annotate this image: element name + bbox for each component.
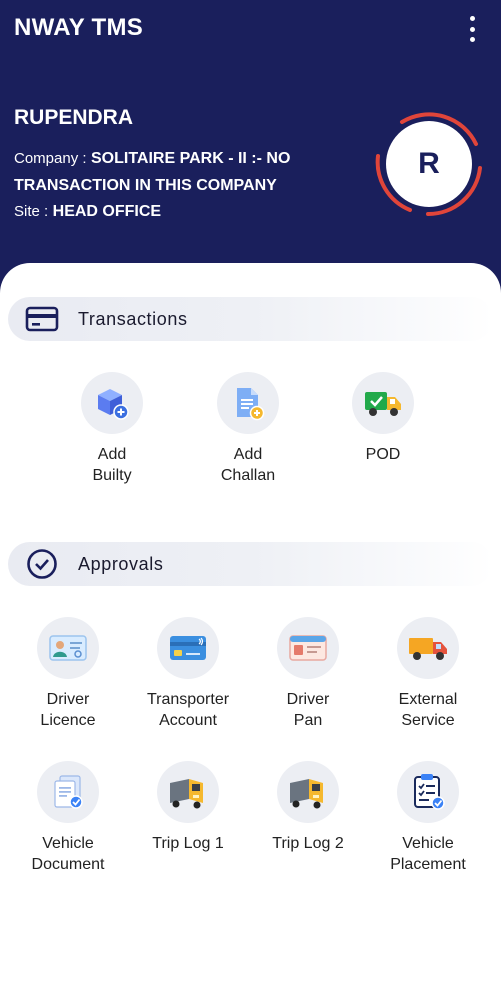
- app-header: NWAY TMS RUPENDRA Company : SOLITAIRE PA…: [0, 0, 501, 300]
- transporter-account-button[interactable]: Transporter Account: [128, 617, 248, 731]
- company-label: Company :: [14, 150, 87, 167]
- truck-icon: [397, 617, 459, 679]
- trip-log-1-label: Trip Log 1: [152, 835, 224, 852]
- site-label: Site :: [14, 203, 49, 220]
- add-challan-label: Add Challan: [220, 446, 276, 484]
- external-service-label: External Service: [398, 691, 458, 729]
- document-plus-icon: [217, 372, 279, 434]
- vehicle-document-label: Vehicle Document: [31, 835, 105, 873]
- approvals-header: Approvals: [8, 542, 493, 586]
- add-builty-label: Add Builty: [92, 446, 132, 484]
- company-info: Company : SOLITAIRE PARK - II :- NO TRAN…: [14, 145, 334, 199]
- transactions-header: Transactions: [8, 297, 493, 341]
- trip-log-1-button[interactable]: Trip Log 1: [128, 761, 248, 854]
- pan-card-icon: [277, 617, 339, 679]
- cube-plus-icon: [81, 372, 143, 434]
- trip-log-2-button[interactable]: Trip Log 2: [248, 761, 368, 854]
- site-value: HEAD OFFICE: [52, 203, 162, 220]
- credit-card-icon: [157, 617, 219, 679]
- clipboard-check-icon: [397, 761, 459, 823]
- user-name: RUPENDRA: [14, 106, 134, 129]
- approvals-title: Approvals: [78, 553, 164, 574]
- driver-pan-button[interactable]: Driver Pan: [248, 617, 368, 731]
- app-title: NWAY TMS: [14, 14, 144, 41]
- transporter-account-label: Transporter Account: [146, 691, 230, 729]
- delivery-truck-icon: [352, 372, 414, 434]
- documents-check-icon: [37, 761, 99, 823]
- trip-log-2-label: Trip Log 2: [272, 835, 344, 852]
- site-info: Site : HEAD OFFICE: [14, 203, 161, 221]
- driver-pan-label: Driver Pan: [286, 691, 330, 729]
- pod-button[interactable]: POD: [323, 372, 443, 465]
- external-service-button[interactable]: External Service: [368, 617, 488, 731]
- pod-label: POD: [365, 446, 401, 463]
- vehicle-document-button[interactable]: Vehicle Document: [8, 761, 128, 875]
- avatar[interactable]: R: [386, 121, 472, 207]
- add-challan-button[interactable]: Add Challan: [188, 372, 308, 486]
- vehicle-placement-label: Vehicle Placement: [390, 835, 466, 873]
- truck-front-icon: [277, 761, 339, 823]
- truck-front-icon: [157, 761, 219, 823]
- driver-licence-button[interactable]: Driver Licence: [8, 617, 128, 731]
- id-card-icon: [37, 617, 99, 679]
- driver-licence-label: Driver Licence: [40, 691, 96, 729]
- add-builty-button[interactable]: Add Builty: [52, 372, 172, 486]
- more-options-icon[interactable]: [462, 16, 482, 42]
- card-icon: [24, 301, 60, 337]
- vehicle-placement-button[interactable]: Vehicle Placement: [368, 761, 488, 875]
- transactions-title: Transactions: [78, 308, 188, 329]
- check-circle-icon: [24, 546, 60, 582]
